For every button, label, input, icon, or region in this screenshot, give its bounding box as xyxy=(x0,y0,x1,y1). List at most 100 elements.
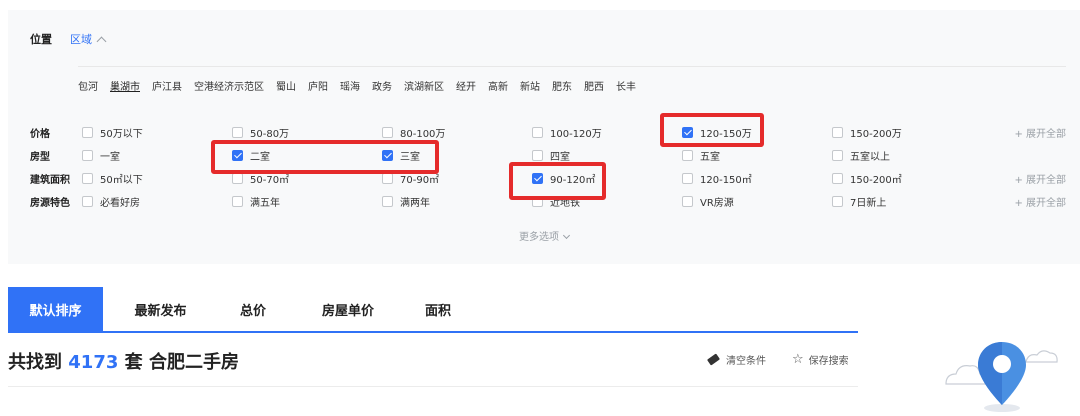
price-option[interactable]: 100-120万 xyxy=(532,125,602,140)
price-option[interactable]: 80-100万 xyxy=(382,125,445,140)
checkbox[interactable] xyxy=(682,150,693,161)
filter-row-price: 价格 50万以下 50-80万 80-100万 100-120万 120-150… xyxy=(30,123,1066,141)
feature-option[interactable]: VR房源 xyxy=(682,194,734,209)
area-option[interactable]: 150-200㎡ xyxy=(832,171,902,186)
highlight-box-price xyxy=(660,113,764,147)
checkbox[interactable] xyxy=(832,196,843,207)
tab-district-label: 区域 xyxy=(70,33,92,46)
option-label: 150-200㎡ xyxy=(850,175,902,186)
checkbox[interactable] xyxy=(232,127,243,138)
checkbox[interactable] xyxy=(232,196,243,207)
checkbox[interactable] xyxy=(82,150,93,161)
more-options-toggle[interactable]: 更多选项 xyxy=(8,228,1080,243)
district-item[interactable]: 滨湖新区 xyxy=(404,78,444,93)
tab-latest[interactable]: 最新发布 xyxy=(103,287,218,331)
district-item[interactable]: 包河 xyxy=(78,78,98,93)
room-option[interactable]: 一室 xyxy=(82,148,120,163)
district-item[interactable]: 经开 xyxy=(456,78,476,93)
feature-option[interactable]: 必看好房 xyxy=(82,194,140,209)
tab-district[interactable]: 区域 xyxy=(70,31,107,47)
district-list: 包河 巢湖市 庐江县 空港经济示范区 蜀山 庐阳 瑶海 政务 滨湖新区 经开 高… xyxy=(78,76,648,94)
checkbox[interactable] xyxy=(232,173,243,184)
district-item[interactable]: 高新 xyxy=(488,78,508,93)
option-label: 一室 xyxy=(100,152,120,163)
district-item[interactable]: 空港经济示范区 xyxy=(194,78,264,93)
checkbox[interactable] xyxy=(832,150,843,161)
option-label: 必看好房 xyxy=(100,198,140,209)
option-label: 7日新上 xyxy=(850,198,887,209)
pin-shadow xyxy=(984,404,1020,412)
clear-conditions-label: 清空条件 xyxy=(726,355,766,367)
expand-all-link[interactable]: + 展开全部 xyxy=(1014,125,1066,140)
expand-all-link[interactable]: + 展开全部 xyxy=(1014,171,1066,186)
room-option[interactable]: 四室 xyxy=(532,148,570,163)
tab-default-sort[interactable]: 默认排序 xyxy=(8,287,103,331)
feature-option[interactable]: 7日新上 xyxy=(832,194,886,209)
expand-all-link[interactable]: + 展开全部 xyxy=(1014,194,1066,209)
checkbox[interactable] xyxy=(532,150,543,161)
district-item[interactable]: 政务 xyxy=(372,78,392,93)
district-item-active[interactable]: 巢湖市 xyxy=(110,78,140,93)
highlight-box-area xyxy=(509,162,606,200)
district-item[interactable]: 蜀山 xyxy=(276,78,296,93)
option-label: 150-200万 xyxy=(850,129,902,140)
chevron-up-icon xyxy=(96,36,107,46)
feature-option[interactable]: 满五年 xyxy=(232,194,280,209)
clear-conditions-button[interactable]: 清空条件 xyxy=(706,351,766,367)
sort-tabs: 默认排序 最新发布 总价 房屋单价 面积 xyxy=(8,287,858,333)
area-option[interactable]: 50㎡以下 xyxy=(82,171,143,186)
option-label: 五室以上 xyxy=(850,152,890,163)
eraser-icon xyxy=(706,352,721,366)
save-search-button[interactable]: ☆ 保存搜索 xyxy=(792,351,849,367)
divider xyxy=(8,386,858,387)
chevron-down-icon xyxy=(562,231,571,240)
room-option[interactable]: 五室 xyxy=(682,148,720,163)
option-label: 100-120万 xyxy=(550,129,602,140)
tab-unit-price[interactable]: 房屋单价 xyxy=(288,287,408,331)
result-prefix: 共找到 xyxy=(8,352,62,373)
checkbox[interactable] xyxy=(382,196,393,207)
map-illustration xyxy=(945,342,1058,412)
checkbox[interactable] xyxy=(82,196,93,207)
checkbox[interactable] xyxy=(682,173,693,184)
option-label: 80-100万 xyxy=(400,129,446,140)
filter-label-price: 价格 xyxy=(30,129,50,140)
price-option[interactable]: 50-80万 xyxy=(232,125,289,140)
result-count: 4173 xyxy=(68,352,119,373)
checkbox[interactable] xyxy=(382,127,393,138)
option-label: 120-150㎡ xyxy=(700,175,752,186)
result-suffix: 套 合肥二手房 xyxy=(124,352,239,373)
checkbox[interactable] xyxy=(532,127,543,138)
checkbox[interactable] xyxy=(82,173,93,184)
tab-area[interactable]: 面积 xyxy=(408,287,468,331)
district-item[interactable]: 新站 xyxy=(520,78,540,93)
district-item[interactable]: 肥东 xyxy=(552,78,572,93)
room-option[interactable]: 五室以上 xyxy=(832,148,890,163)
area-option[interactable]: 120-150㎡ xyxy=(682,171,752,186)
district-item[interactable]: 庐江县 xyxy=(152,78,182,93)
district-item[interactable]: 瑶海 xyxy=(340,78,360,93)
checkbox[interactable] xyxy=(682,196,693,207)
option-label: 五室 xyxy=(700,152,720,163)
checkbox[interactable] xyxy=(82,127,93,138)
tab-total-price[interactable]: 总价 xyxy=(218,287,288,331)
filter-label-area: 建筑面积 xyxy=(30,175,70,186)
filter-label-room: 房型 xyxy=(30,152,50,163)
district-item[interactable]: 长丰 xyxy=(616,78,636,93)
more-options-label: 更多选项 xyxy=(519,232,559,243)
option-label: 50-80万 xyxy=(250,129,290,140)
price-option[interactable]: 50万以下 xyxy=(82,125,143,140)
checkbox[interactable] xyxy=(382,173,393,184)
checkbox[interactable] xyxy=(832,127,843,138)
option-label: 四室 xyxy=(550,152,570,163)
price-option[interactable]: 150-200万 xyxy=(832,125,902,140)
checkbox[interactable] xyxy=(832,173,843,184)
location-row: 位置 区域 xyxy=(30,30,107,48)
district-item[interactable]: 肥西 xyxy=(584,78,604,93)
option-label: VR房源 xyxy=(700,198,734,209)
district-item[interactable]: 庐阳 xyxy=(308,78,328,93)
feature-option[interactable]: 满两年 xyxy=(382,194,430,209)
highlight-box-room xyxy=(211,140,439,174)
cloud-right-icon xyxy=(1025,350,1058,363)
divider xyxy=(78,66,1066,67)
